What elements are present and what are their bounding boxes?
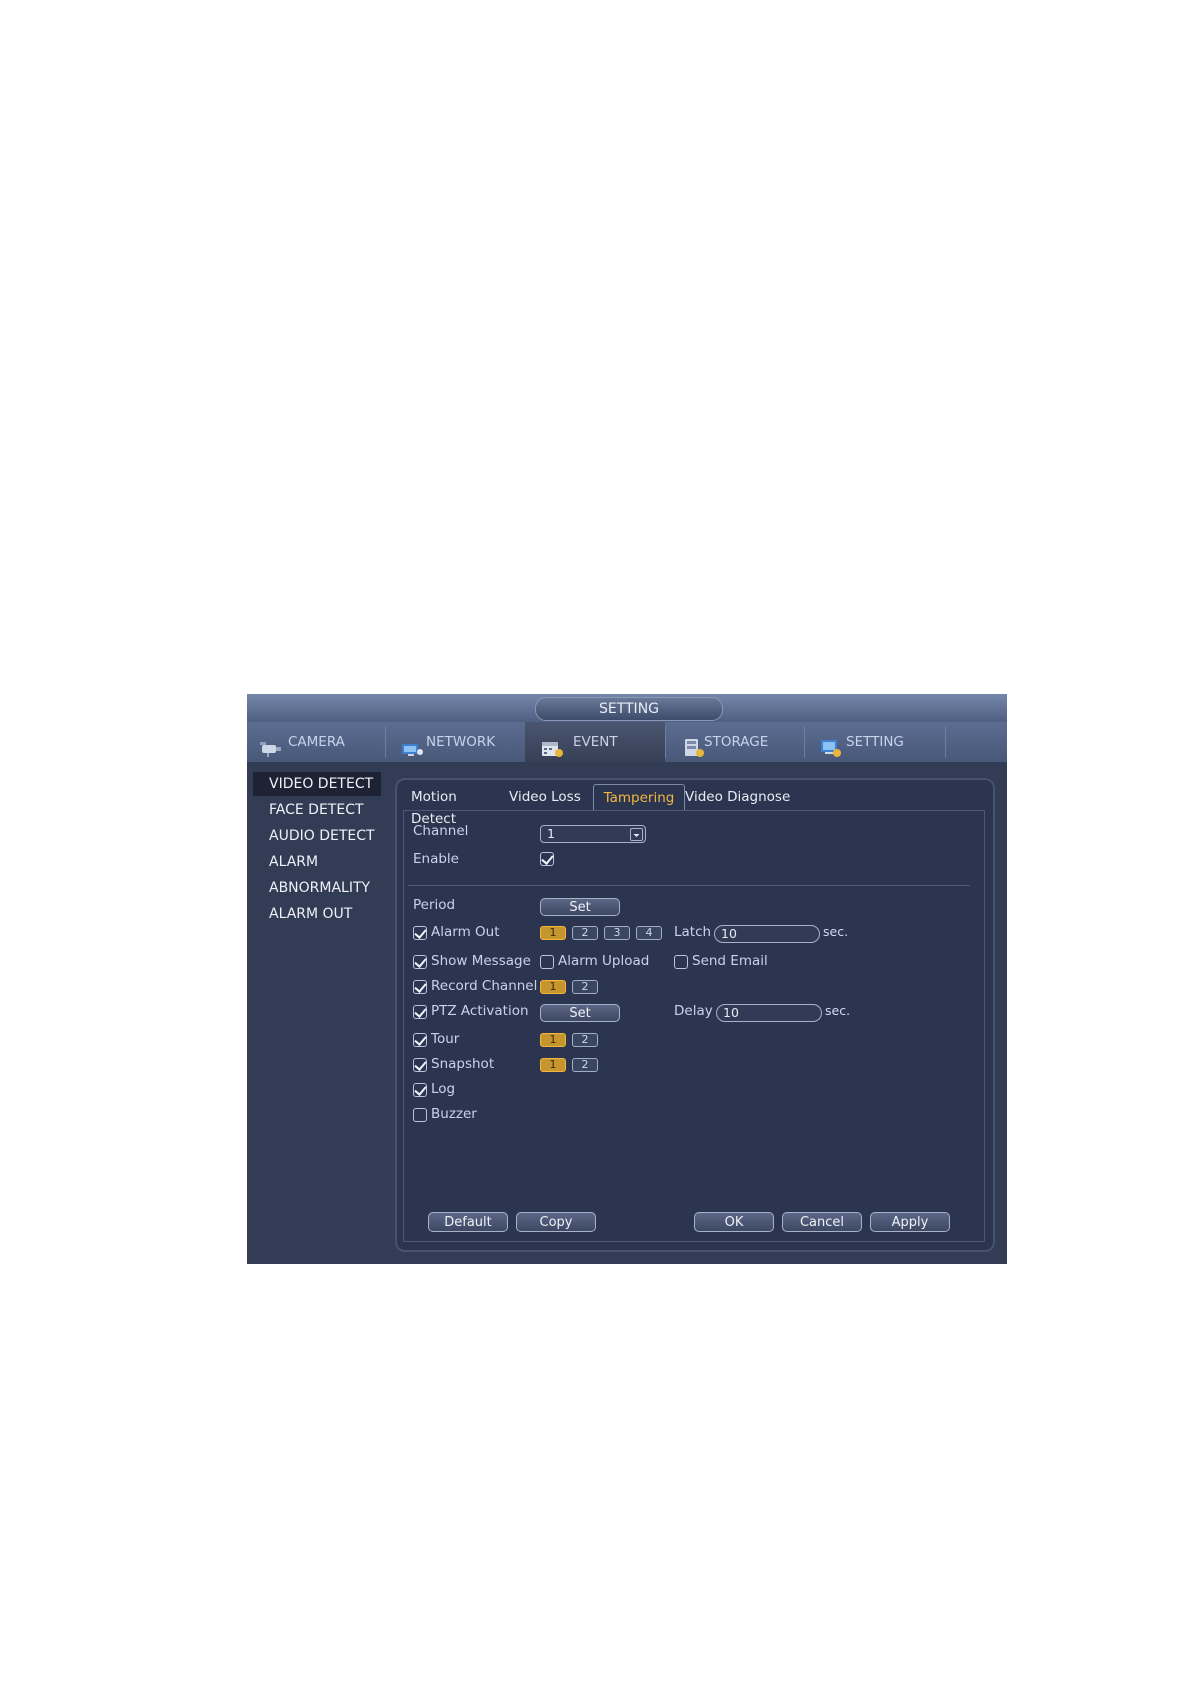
sidebar-item-face-detect[interactable]: FACE DETECT [253, 798, 381, 822]
tab-video-loss[interactable]: Video Loss [509, 786, 585, 808]
settings-window: SETTING CAMERA NETWORK EVENT STORAGE SET… [247, 694, 1007, 1264]
tab-event[interactable]: EVENT [525, 722, 665, 762]
latch-unit: sec. [823, 924, 849, 939]
camera-icon [259, 733, 281, 757]
snapshot-checkbox[interactable] [413, 1058, 427, 1072]
delay-unit: sec. [825, 1003, 851, 1018]
alarm-out-channel-2[interactable]: 2 [572, 926, 598, 940]
tour-checkbox[interactable] [413, 1033, 427, 1047]
latch-label: Latch [674, 924, 712, 940]
tampering-form: Channel 1 Enable Period Set Alarm Out 1 … [403, 810, 985, 1242]
sidebar: VIDEO DETECT FACE DETECT AUDIO DETECT AL… [247, 762, 387, 1264]
enable-checkbox[interactable] [540, 852, 554, 866]
default-button[interactable]: Default [428, 1212, 508, 1232]
cancel-button[interactable]: Cancel [782, 1212, 862, 1232]
log-label: Log [431, 1081, 456, 1097]
channel-select[interactable]: 1 [540, 825, 646, 843]
ptz-activation-label: PTZ Activation [431, 1003, 529, 1019]
divider [408, 885, 970, 886]
log-checkbox[interactable] [413, 1083, 427, 1097]
record-channel-checkbox[interactable] [413, 980, 427, 994]
channel-value: 1 [547, 826, 555, 841]
tab-separator [945, 726, 946, 758]
tab-storage-label: STORAGE [704, 734, 769, 750]
sidebar-item-audio-detect[interactable]: AUDIO DETECT [253, 824, 381, 848]
tab-setting-label: SETTING [846, 734, 904, 750]
show-message-label: Show Message [431, 953, 531, 969]
delay-label: Delay [674, 1003, 713, 1019]
apply-button[interactable]: Apply [870, 1212, 950, 1232]
chevron-down-icon [630, 828, 643, 841]
sidebar-item-alarm[interactable]: ALARM [253, 850, 381, 874]
alarm-out-channel-3[interactable]: 3 [604, 926, 630, 940]
period-set-button[interactable]: Set [540, 898, 620, 916]
tab-network-label: NETWORK [426, 734, 496, 750]
tab-video-diagnose[interactable]: Video Diagnose [685, 786, 791, 808]
tab-network[interactable]: NETWORK [386, 722, 523, 762]
record-channel-2[interactable]: 2 [572, 980, 598, 994]
storage-icon [682, 733, 704, 757]
enable-label: Enable [413, 851, 459, 867]
content-panel: Motion Detect Video Loss Tampering Video… [395, 778, 995, 1252]
ptz-activation-checkbox[interactable] [413, 1005, 427, 1019]
record-channel-1[interactable]: 1 [540, 980, 566, 994]
tab-tampering[interactable]: Tampering [593, 784, 685, 811]
delay-input[interactable]: 10 [716, 1004, 822, 1022]
copy-button[interactable]: Copy [516, 1212, 596, 1232]
tour-channel-2[interactable]: 2 [572, 1033, 598, 1047]
tab-storage[interactable]: STORAGE [666, 722, 804, 762]
snapshot-channel-1[interactable]: 1 [540, 1058, 566, 1072]
alarm-out-channel-1[interactable]: 1 [540, 926, 566, 940]
settings-icon [819, 733, 841, 757]
window-title: SETTING [535, 697, 723, 721]
main-tab-bar: CAMERA NETWORK EVENT STORAGE SETTING [247, 722, 1007, 762]
sub-tab-bar: Motion Detect Video Loss Tampering Video… [397, 780, 993, 827]
ptz-set-button[interactable]: Set [540, 1004, 620, 1022]
alarm-upload-label: Alarm Upload [558, 953, 650, 969]
sidebar-item-abnormality[interactable]: ABNORMALITY [253, 876, 381, 900]
tab-camera-label: CAMERA [288, 734, 345, 750]
event-icon [540, 733, 563, 757]
send-email-checkbox[interactable] [674, 955, 688, 969]
tab-camera[interactable]: CAMERA [247, 722, 385, 762]
tour-label: Tour [431, 1031, 460, 1047]
alarm-out-channel-4[interactable]: 4 [636, 926, 662, 940]
show-message-checkbox[interactable] [413, 955, 427, 969]
title-bar: SETTING [247, 694, 1007, 722]
buzzer-label: Buzzer [431, 1106, 477, 1122]
tab-event-label: EVENT [573, 734, 618, 750]
send-email-label: Send Email [692, 953, 768, 969]
ok-button[interactable]: OK [694, 1212, 774, 1232]
period-label: Period [413, 897, 456, 913]
sidebar-item-alarm-out[interactable]: ALARM OUT [253, 902, 381, 926]
latch-input[interactable]: 10 [714, 925, 820, 943]
tour-channel-1[interactable]: 1 [540, 1033, 566, 1047]
alarm-out-checkbox[interactable] [413, 926, 427, 940]
alarm-upload-checkbox[interactable] [540, 955, 554, 969]
channel-label: Channel [413, 823, 469, 839]
sidebar-item-video-detect[interactable]: VIDEO DETECT [253, 772, 381, 796]
snapshot-label: Snapshot [431, 1056, 495, 1072]
tab-motion-detect[interactable]: Motion Detect [411, 786, 505, 827]
buzzer-checkbox[interactable] [413, 1108, 427, 1122]
tab-setting[interactable]: SETTING [805, 722, 945, 762]
snapshot-channel-2[interactable]: 2 [572, 1058, 598, 1072]
record-channel-label: Record Channel [431, 978, 538, 994]
network-icon [400, 733, 423, 756]
alarm-out-label: Alarm Out [431, 924, 500, 940]
